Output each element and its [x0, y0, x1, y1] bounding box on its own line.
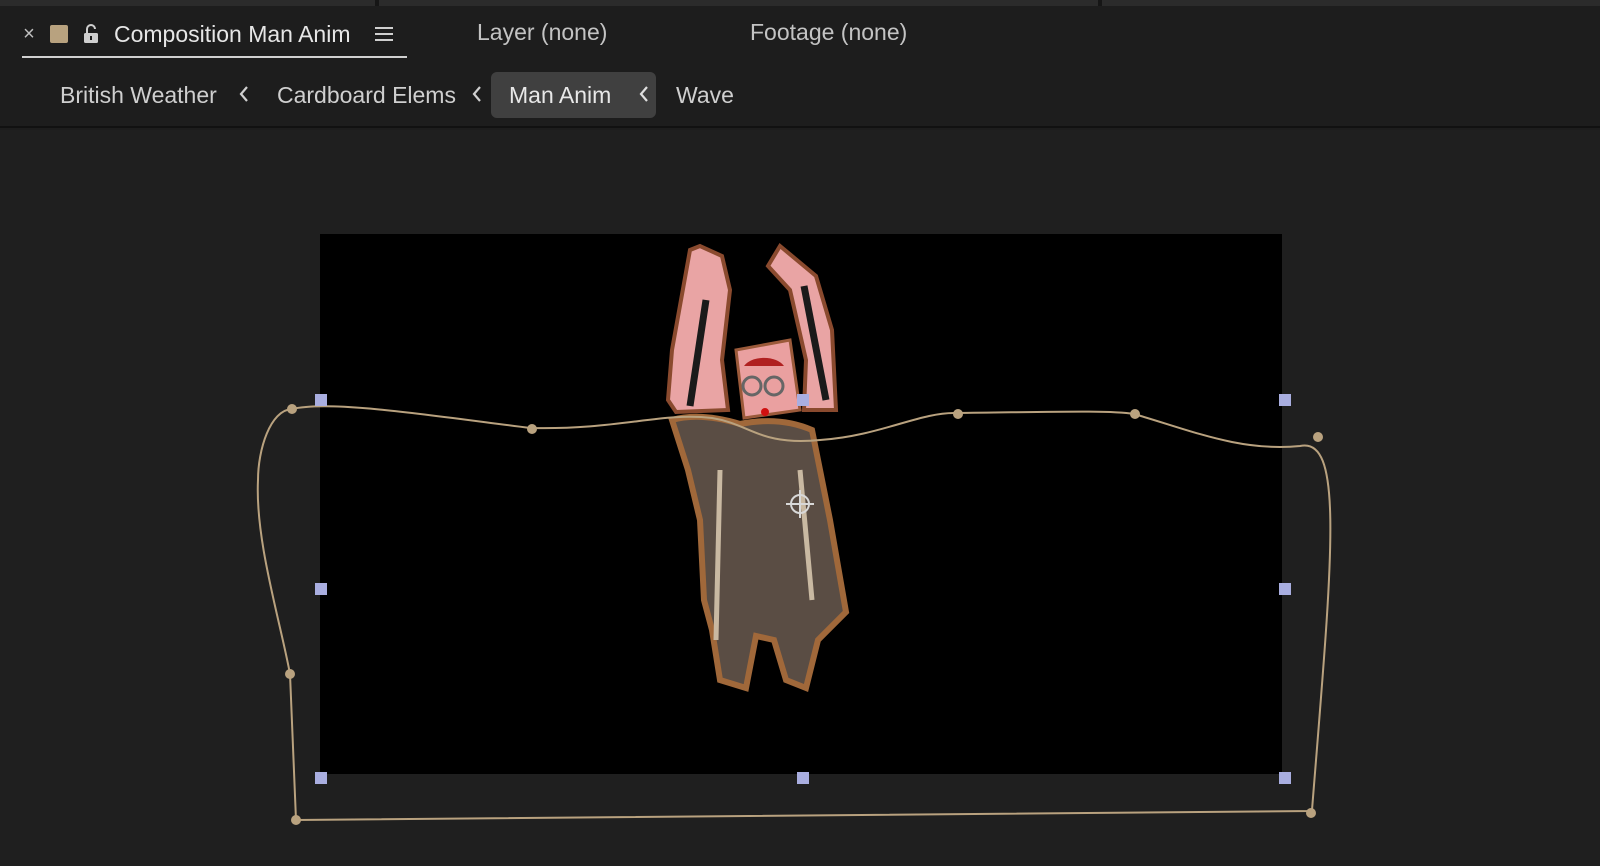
composition-viewer[interactable]: [0, 130, 1600, 866]
breadcrumb-cardboard-elems[interactable]: Cardboard Elems: [277, 72, 456, 118]
chevron-left-icon[interactable]: [469, 84, 485, 104]
chevron-left-icon[interactable]: [636, 84, 652, 104]
tab-layer[interactable]: Layer (none): [477, 19, 607, 46]
viewer-overlay: [256, 242, 1332, 825]
close-icon[interactable]: ×: [22, 23, 36, 46]
breadcrumb-wave[interactable]: Wave: [676, 72, 734, 118]
viewer-tab-bar: × Composition Man Anim Layer (none) Foot…: [0, 6, 1600, 64]
tab-footage[interactable]: Footage (none): [750, 19, 907, 46]
character-layer[interactable]: [665, 242, 850, 693]
composition-tab[interactable]: × Composition Man Anim: [22, 12, 407, 58]
breadcrumb-man-anim[interactable]: Man Anim: [491, 72, 656, 118]
composition-tab-title: Composition Man Anim: [114, 20, 351, 47]
panel-menu-icon[interactable]: [374, 27, 393, 41]
composition-navigator: British Weather Cardboard Elems Man Anim…: [0, 70, 1600, 128]
color-swatch[interactable]: [50, 25, 68, 43]
chevron-left-icon[interactable]: [236, 84, 252, 104]
breadcrumb-british-weather[interactable]: British Weather: [60, 72, 217, 118]
lock-icon[interactable]: [82, 24, 100, 44]
